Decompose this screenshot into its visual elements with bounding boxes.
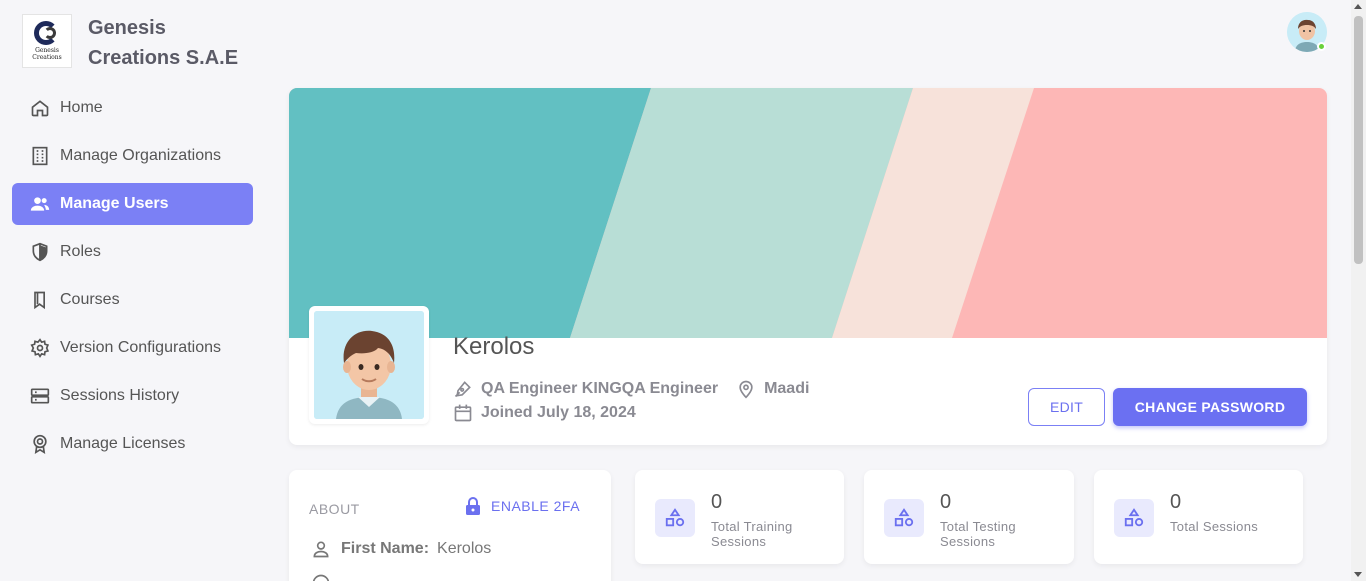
profile-title-row: QA Engineer KINGQA Engineer Maadi	[453, 379, 809, 399]
user-avatar-menu[interactable]	[1287, 12, 1327, 52]
sidebar-item-label: Home	[60, 99, 103, 116]
edit-profile-button[interactable]: EDIT	[1028, 388, 1105, 426]
sidebar-item-roles[interactable]: Roles	[12, 231, 253, 273]
scroll-down-arrow-icon[interactable]	[1354, 572, 1362, 577]
stat-value: 0	[1170, 491, 1182, 513]
brand-name: Genesis Creations S.A.E	[88, 17, 239, 69]
building-icon	[32, 146, 48, 166]
calendar-icon	[454, 404, 472, 422]
shapes-icon	[884, 499, 924, 537]
shield-icon	[32, 242, 48, 262]
shapes-icon	[1114, 499, 1154, 537]
online-status-dot	[1317, 42, 1326, 51]
scroll-up-arrow-icon[interactable]	[1354, 4, 1362, 9]
person-icon	[313, 541, 329, 558]
gear-icon	[30, 338, 50, 358]
stat-card-testing-sessions: 0 Total Testing Sessions	[864, 470, 1074, 564]
logo-text-line2: Creations	[32, 54, 62, 61]
scrollbar-thumb[interactable]	[1354, 16, 1363, 264]
profile-title: QA Engineer KINGQA Engineer	[481, 380, 719, 397]
profile-joined-row: Joined July 18, 2024	[453, 403, 636, 423]
profile-name: Kerolos	[453, 333, 535, 360]
stat-value: 0	[711, 491, 723, 513]
enable-2fa-button[interactable]: ENABLE 2FA	[465, 497, 580, 515]
about-card: ABOUT ENABLE 2FA First Name: Kerolos	[289, 470, 611, 581]
logo-mark-icon	[32, 21, 62, 45]
shapes-icon	[655, 499, 695, 537]
server-icon	[30, 388, 50, 404]
pen-nib-icon	[454, 381, 471, 398]
sidebar-item-manage-organizations[interactable]: Manage Organizations	[12, 135, 253, 177]
sidebar: Genesis Creations Genesis Creations S.A.…	[0, 0, 265, 581]
first-name-label: First Name:	[341, 540, 430, 557]
change-password-button[interactable]: CHANGE PASSWORD	[1113, 388, 1307, 426]
profile-card: Kerolos QA Engineer KINGQA Engineer Maad…	[289, 88, 1327, 445]
about-title: ABOUT	[309, 501, 360, 517]
sidebar-item-manage-licenses[interactable]: Manage Licenses	[12, 423, 253, 465]
stat-card-training-sessions: 0 Total Training Sessions	[635, 470, 844, 564]
profile-joined-date: Joined July 18, 2024	[481, 404, 636, 421]
brand-logo: Genesis Creations	[22, 14, 72, 68]
enable-2fa-label: ENABLE 2FA	[491, 498, 581, 514]
page-scrollbar[interactable]	[1351, 0, 1366, 581]
about-first-name-row: First Name: Kerolos	[311, 539, 491, 559]
sidebar-item-version-configurations[interactable]: Version Configurations	[12, 327, 253, 369]
sidebar-item-label: Manage Licenses	[60, 435, 186, 452]
profile-photo	[309, 306, 429, 424]
sidebar-item-manage-users[interactable]: Manage Users	[12, 183, 253, 225]
lock-icon	[466, 497, 480, 515]
sidebar-item-courses[interactable]: Courses	[12, 279, 253, 321]
stat-label: Total Training Sessions	[711, 519, 793, 549]
logo-text-line1: Genesis	[35, 47, 59, 54]
sidebar-item-sessions-history[interactable]: Sessions History	[12, 375, 253, 417]
brand: Genesis Creations Genesis Creations S.A.…	[22, 14, 258, 73]
stat-card-total-sessions: 0 Total Sessions	[1094, 470, 1303, 564]
profile-avatar-image	[314, 311, 424, 419]
bookmark-icon	[34, 291, 45, 310]
sidebar-item-label: Roles	[60, 243, 101, 260]
sidebar-item-label: Manage Organizations	[60, 147, 221, 164]
sidebar-item-label: Manage Users	[60, 195, 169, 212]
sidebar-item-label: Sessions History	[60, 387, 180, 404]
sidebar-nav: Home Manage Organizations Manage Users R…	[12, 87, 253, 471]
stat-label: Total Sessions	[1170, 519, 1259, 534]
sidebar-item-label: Version Configurations	[60, 339, 221, 356]
location-pin-icon	[739, 380, 753, 399]
badge-icon	[33, 434, 47, 454]
first-name-value: Kerolos	[437, 540, 492, 557]
check-circle-icon	[312, 574, 330, 581]
home-icon	[31, 100, 49, 117]
sidebar-item-home[interactable]: Home	[12, 87, 253, 129]
users-icon	[30, 197, 50, 211]
stat-value: 0	[940, 491, 952, 513]
sidebar-item-label: Courses	[60, 291, 120, 308]
stat-label: Total Testing Sessions	[940, 519, 1016, 549]
profile-banner	[289, 88, 1327, 338]
profile-location: Maadi	[764, 380, 810, 397]
